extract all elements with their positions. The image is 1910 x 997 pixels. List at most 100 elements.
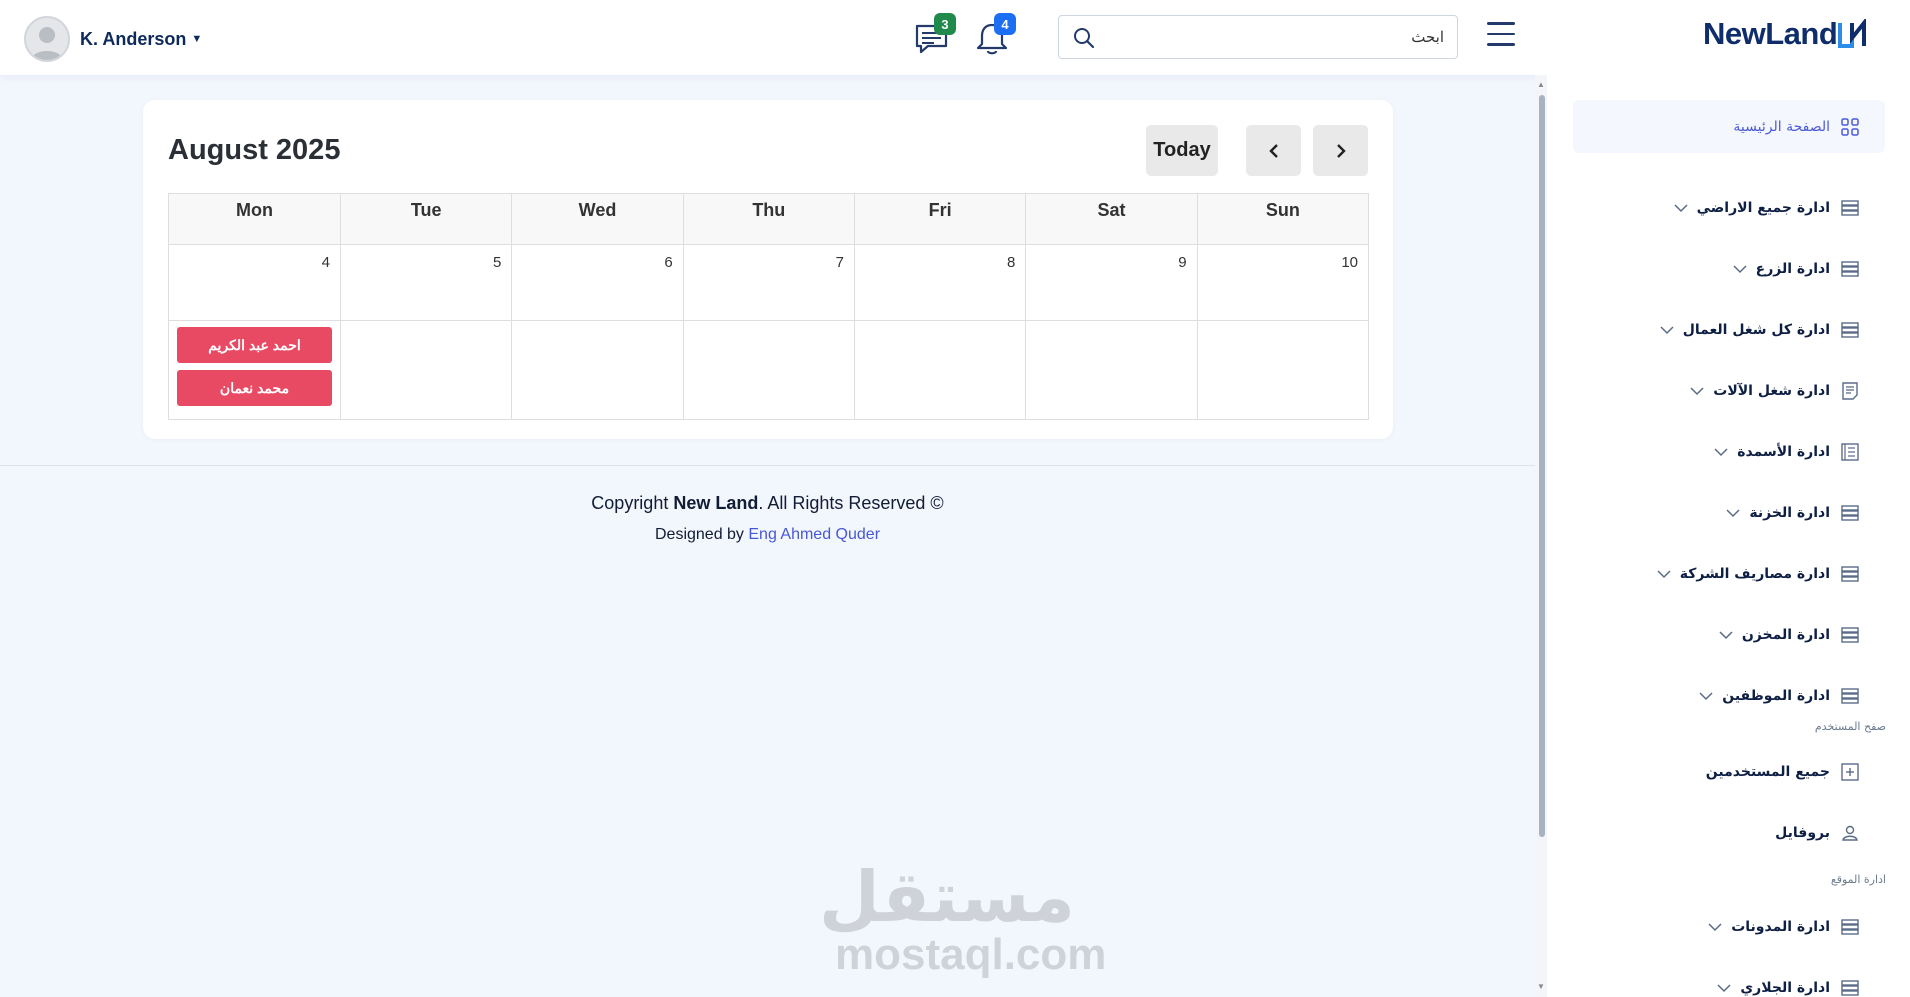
calendar-card: August 2025 Today Mon Tue Wed Thu Fri Sa…: [143, 100, 1393, 439]
sidebar-item-label: ادارة مصاريف الشركة: [1679, 566, 1830, 582]
events-row: احمد عبد الكريم محمد نعمان: [168, 320, 1370, 420]
logo-text: NewLand: [1703, 16, 1838, 51]
chevron-right-icon: [1336, 143, 1346, 158]
search-icon[interactable]: [1073, 27, 1095, 49]
logo-mark-icon: [1838, 19, 1867, 48]
sidebar-item-label: ادارة الأسمدة: [1737, 444, 1830, 460]
day-cell[interactable]: 4: [168, 244, 341, 321]
day-cell[interactable]: 7: [682, 244, 855, 321]
database-icon: [1841, 322, 1859, 338]
calendar-grid: Mon Tue Wed Thu Fri Sat Sun 4 5 6 7 8 9 …: [168, 193, 1370, 420]
copyright-prefix: Copyright: [591, 493, 674, 513]
sidebar-item-machines[interactable]: ادارة شغل الآلات: [1689, 371, 1860, 411]
today-button[interactable]: Today: [1146, 125, 1218, 176]
sidebar-item-warehouse[interactable]: ادارة المخزن: [1718, 615, 1860, 655]
database-icon: [1841, 919, 1859, 935]
database-icon: [1841, 627, 1859, 643]
search-input[interactable]: [1109, 22, 1444, 52]
events-cell[interactable]: [339, 320, 513, 420]
calendar-event[interactable]: محمد نعمان: [177, 370, 332, 406]
chevron-down-icon: [1719, 631, 1733, 640]
sidebar-item-gallery[interactable]: ادارة الجلاري: [1716, 968, 1860, 997]
brand-name: New Land: [673, 493, 759, 513]
events-cell[interactable]: [1196, 320, 1370, 420]
events-cell[interactable]: [1025, 320, 1198, 420]
database-icon: [1841, 688, 1859, 704]
day-cell[interactable]: 6: [511, 244, 684, 321]
grid-icon: [1841, 117, 1859, 136]
watermark-latin: mostaql.com: [835, 930, 1107, 979]
avatar[interactable]: [24, 16, 70, 62]
scroll-up-arrow[interactable]: ▲: [1536, 80, 1546, 90]
weekday-header: Sat: [1025, 193, 1198, 245]
user-menu[interactable]: K. Anderson ▼: [24, 16, 202, 62]
logo[interactable]: NewLand: [1703, 16, 1869, 52]
sidebar-item-label: جميع المستخدمين: [1705, 764, 1830, 780]
sidebar-item-label: ادارة جميع الاراضي: [1696, 200, 1830, 216]
sidebar-item-label: الصفحة الرئيسية: [1733, 118, 1830, 135]
section-label-user-pages: صفح المستخدم: [1814, 720, 1886, 733]
sidebar-item-employees[interactable]: ادارة الموظفين: [1698, 676, 1860, 716]
messages-button[interactable]: 3: [910, 13, 956, 61]
day-cell[interactable]: 9: [1025, 244, 1198, 321]
weekday-header: Mon: [168, 193, 341, 245]
sidebar-item-lands[interactable]: ادارة جميع الاراضي: [1673, 188, 1860, 228]
events-cell[interactable]: [853, 320, 1027, 420]
sidebar-item-treasury[interactable]: ادارة الخزنة: [1725, 493, 1860, 533]
day-cell[interactable]: 5: [339, 244, 513, 321]
events-cell[interactable]: [511, 320, 684, 420]
events-cell[interactable]: [682, 320, 855, 420]
notifications-button[interactable]: 4: [970, 13, 1016, 61]
footer-divider: [0, 465, 1535, 466]
sidebar-item-label: بروفايل: [1775, 825, 1830, 841]
list-icon: [1841, 443, 1859, 461]
day-cell[interactable]: 8: [853, 244, 1027, 321]
main-content: August 2025 Today Mon Tue Wed Thu Fri Sa…: [0, 75, 1535, 997]
chevron-down-icon: [1699, 692, 1713, 701]
prev-button[interactable]: [1246, 125, 1301, 176]
sidebar-item-blogs[interactable]: ادارة المدونات: [1707, 907, 1860, 947]
sidebar-item-label: ادارة الموظفين: [1722, 688, 1830, 704]
chevron-down-icon: [1726, 509, 1740, 518]
watermark: مستقل mostaql.com: [819, 858, 1107, 979]
sidebar-item-fertilizers[interactable]: ادارة الأسمدة: [1713, 432, 1860, 472]
sidebar-item-crops[interactable]: ادارة الزرع: [1732, 249, 1860, 289]
weekday-header: Thu: [682, 193, 855, 245]
designed-by-text: Designed by Eng Ahmed Quder: [0, 526, 1535, 544]
weekday-header-row: Mon Tue Wed Thu Fri Sat Sun: [168, 193, 1370, 245]
chevron-down-icon: [1657, 570, 1671, 579]
user-name[interactable]: K. Anderson: [80, 29, 186, 50]
chevron-down-icon: [1660, 326, 1674, 335]
messages-badge: 3: [934, 13, 956, 35]
caret-down-icon[interactable]: ▼: [191, 33, 202, 45]
sidebar-item-workers[interactable]: ادارة كل شغل العمال: [1659, 310, 1860, 350]
sidebar-item-profile[interactable]: بروفايل: [1775, 813, 1860, 853]
top-header: K. Anderson ▼ 3 4 NewLand: [0, 0, 1910, 75]
sidebar-item-label: ادارة المخزن: [1741, 627, 1830, 643]
designer-link[interactable]: Eng Ahmed Quder: [748, 526, 880, 543]
sidebar-item-all-users[interactable]: جميع المستخدمين: [1706, 752, 1860, 792]
sidebar-item-label: ادارة المدونات: [1731, 919, 1830, 935]
document-icon: [1842, 382, 1858, 400]
events-cell[interactable]: احمد عبد الكريم محمد نعمان: [168, 320, 341, 420]
calendar-event[interactable]: احمد عبد الكريم: [177, 327, 332, 363]
weekday-header: Sun: [1196, 193, 1370, 245]
chevron-left-icon: [1268, 143, 1278, 158]
chevron-down-icon: [1674, 204, 1688, 213]
sidebar-item-label: ادارة كل شغل العمال: [1682, 322, 1830, 338]
sidebar-item-label: ادارة شغل الآلات: [1713, 383, 1830, 399]
chevron-down-icon: [1708, 923, 1722, 932]
database-icon: [1841, 566, 1859, 582]
menu-toggle-icon[interactable]: [1487, 22, 1517, 50]
scroll-down-arrow[interactable]: ▼: [1536, 982, 1546, 992]
database-icon: [1841, 261, 1859, 277]
sidebar-item-expenses[interactable]: ادارة مصاريف الشركة: [1656, 554, 1860, 594]
day-cell[interactable]: 10: [1196, 244, 1370, 321]
chevron-down-icon: [1714, 448, 1728, 457]
next-button[interactable]: [1313, 125, 1368, 176]
database-icon: [1841, 505, 1859, 521]
chevron-down-icon: [1690, 387, 1704, 396]
scrollbar-thumb[interactable]: [1539, 95, 1545, 837]
sidebar: الصفحة الرئيسية ادارة جميع الاراضي ادارة…: [1547, 75, 1910, 997]
sidebar-item-home[interactable]: الصفحة الرئيسية: [1573, 100, 1885, 153]
